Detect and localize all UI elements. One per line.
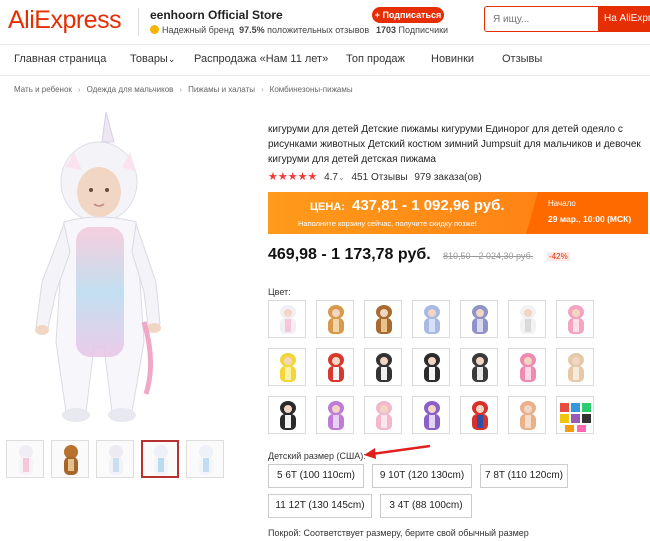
color-swatch[interactable] <box>268 396 306 434</box>
rating-row: ★★★★★ 4.7⌄ 451 Отзывы 979 заказа(ов) <box>268 170 482 183</box>
color-swatch[interactable] <box>556 300 594 338</box>
nav-new[interactable]: Новинки <box>431 53 474 65</box>
rating-stars: ★★★★★ <box>268 171 318 183</box>
thumbnail[interactable] <box>186 440 224 478</box>
followers-count: 1703 <box>376 25 397 35</box>
breadcrumb-item[interactable]: Мать и ребенок <box>14 85 72 94</box>
nav-products-label: Товары <box>130 53 168 65</box>
color-swatch[interactable] <box>460 300 498 338</box>
thumbnail[interactable] <box>6 440 44 478</box>
promo-price: 437,81 - 1 092,96 руб. <box>352 197 505 214</box>
breadcrumb-item[interactable]: Пижамы и халаты <box>188 85 255 94</box>
rating-value[interactable]: 4.7 <box>324 172 338 183</box>
size-option[interactable]: 5 6T (100 110cm) <box>268 464 364 488</box>
followers: 1703 Подписчики <box>376 25 448 35</box>
chevron-down-icon[interactable]: ⌄ <box>267 9 275 20</box>
subscribe-button[interactable]: + Подписаться <box>372 7 444 23</box>
color-swatch[interactable] <box>556 348 594 386</box>
current-price: 469,98 - 1 173,78 руб. <box>268 246 431 263</box>
color-label: Цвет: <box>268 287 291 297</box>
color-swatch[interactable] <box>412 396 450 434</box>
size-label: Детский размер (США): <box>268 451 366 461</box>
color-swatch[interactable] <box>364 396 402 434</box>
color-swatch[interactable] <box>316 396 354 434</box>
chevron-down-icon: ⌄ <box>338 173 345 182</box>
color-swatch[interactable] <box>556 396 594 434</box>
orders-count: 979 заказа(ов) <box>414 172 482 183</box>
color-swatch[interactable] <box>460 348 498 386</box>
old-price: 810,50 - 2 024,30 руб. <box>443 251 534 261</box>
search-input[interactable] <box>484 6 598 32</box>
reviews-count[interactable]: 451 Отзывы <box>351 172 407 183</box>
color-swatch[interactable] <box>364 348 402 386</box>
store-meta: Надежный бренд 97.5% положительных отзыв… <box>150 25 369 35</box>
followers-label: Подписчики <box>398 25 449 35</box>
color-swatch[interactable] <box>268 300 306 338</box>
promo-note: Наполните корзину сейчас, получите скидк… <box>298 219 477 228</box>
header-divider <box>138 8 139 36</box>
chevron-down-icon: ⌄ <box>167 54 176 64</box>
chevron-right-icon: › <box>77 85 81 94</box>
thumbnail[interactable] <box>51 440 89 478</box>
thumbnail[interactable] <box>96 440 134 478</box>
store-nav: Главная страница Товары⌄ Распродажа «Нам… <box>0 44 650 76</box>
size-option[interactable]: 7 8T (110 120cm) <box>480 464 568 488</box>
size-option[interactable]: 3 4T (88 100cm) <box>380 494 472 518</box>
color-swatch[interactable] <box>508 300 546 338</box>
trusted-brand-icon <box>150 25 159 34</box>
header: AliExpress eenhoorn Official Store ⌄ Над… <box>0 0 650 44</box>
positive-text: положительных отзывов <box>267 25 370 35</box>
color-swatch[interactable] <box>412 348 450 386</box>
color-swatch[interactable] <box>412 300 450 338</box>
positive-percent: 97.5% <box>239 25 265 35</box>
store-name[interactable]: eenhoorn Official Store <box>150 8 283 22</box>
brand-label: Надежный бренд <box>162 25 235 35</box>
breadcrumb-item[interactable]: Одежда для мальчиков <box>87 85 174 94</box>
nav-reviews[interactable]: Отзывы <box>502 53 542 65</box>
size-option[interactable]: 11 12T (130 145cm) <box>268 494 372 518</box>
aliexpress-logo[interactable]: AliExpress <box>8 6 122 35</box>
color-swatch[interactable] <box>508 348 546 386</box>
breadcrumb-item[interactable]: Комбинезоны-пижамы <box>270 85 353 94</box>
chevron-right-icon: › <box>179 85 183 94</box>
nav-home[interactable]: Главная страница <box>14 53 106 65</box>
product-main-image[interactable] <box>4 111 248 430</box>
nav-bestsellers[interactable]: Топ продаж <box>346 53 405 65</box>
discount-badge: -42% <box>547 252 570 261</box>
promo-banner: ЦЕНА: 437,81 - 1 092,96 руб. Наполните к… <box>268 192 648 234</box>
color-swatch[interactable] <box>508 396 546 434</box>
fit-note: Покрой: Соответствует размеру, берите св… <box>268 528 529 538</box>
color-swatch[interactable] <box>316 348 354 386</box>
color-swatch[interactable] <box>364 300 402 338</box>
promo-start-date: 29 мар., 10:00 (МСК) <box>548 214 632 224</box>
search-button[interactable]: На AliExpress <box>598 6 650 32</box>
thumbnail-active[interactable] <box>141 440 179 478</box>
nav-products[interactable]: Товары⌄ <box>130 53 175 65</box>
breadcrumb: Мать и ребенок › Одежда для мальчиков › Пижа… <box>14 85 353 94</box>
color-swatch[interactable] <box>460 396 498 434</box>
chevron-right-icon: › <box>260 85 264 94</box>
promo-start-panel: Начало 29 мар., 10:00 (МСК) <box>526 192 648 234</box>
color-swatch[interactable] <box>268 348 306 386</box>
red-arrow-icon <box>364 444 431 459</box>
color-swatch[interactable] <box>316 300 354 338</box>
promo-start-label: Начало <box>548 199 576 208</box>
product-title: кигуруми для детей Детские пижамы кигуру… <box>268 124 641 165</box>
size-option[interactable]: 9 10T (120 130cm) <box>372 464 472 488</box>
promo-price-label: ЦЕНА: <box>310 201 345 213</box>
nav-sale[interactable]: Распродажа «Нам 11 лет» <box>194 53 328 65</box>
